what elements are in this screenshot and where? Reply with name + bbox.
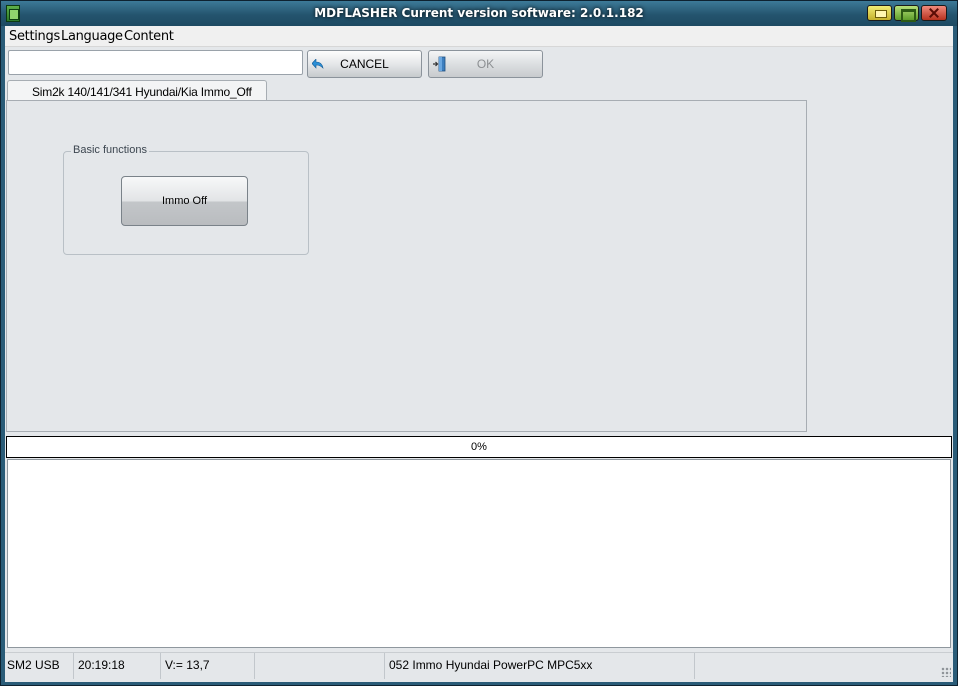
menu-language[interactable]: Language [61, 29, 123, 44]
tab-panel: Basic functions Immo Off [6, 100, 807, 432]
log-output[interactable] [7, 459, 951, 648]
client-area: Settings Language Content CANCEL OK Sim2… [5, 26, 953, 682]
resize-grip-icon[interactable] [941, 667, 951, 677]
immo-off-button[interactable]: Immo Off [121, 176, 248, 226]
status-time: 20:19:18 [74, 653, 161, 679]
status-module: 052 Immo Hyundai PowerPC MPC5xx [385, 653, 695, 679]
cancel-button[interactable]: CANCEL [307, 50, 422, 78]
close-button[interactable] [921, 5, 947, 21]
group-title: Basic functions [71, 144, 149, 156]
title-bar[interactable]: MDFLASHER Current version software: 2.0.… [1, 1, 957, 26]
maximize-button[interactable] [894, 5, 919, 22]
basic-functions-group: Basic functions Immo Off [63, 144, 309, 255]
status-extra [695, 653, 953, 679]
ok-label: OK [476, 57, 495, 71]
back-arrow-icon [312, 59, 324, 69]
cancel-label: CANCEL [340, 57, 389, 71]
status-interface: SM2 USB [5, 653, 74, 679]
window-title: MDFLASHER Current version software: 2.0.… [314, 6, 644, 20]
menu-bar: Settings Language Content [5, 26, 953, 47]
application-window: MDFLASHER Current version software: 2.0.… [0, 0, 958, 686]
progress-bar: 0% [6, 436, 952, 458]
exit-door-icon [433, 56, 446, 72]
tab-sim2k-immo-off[interactable]: Sim2k 140/141/341 Hyundai/Kia Immo_Off [7, 80, 267, 102]
menu-content[interactable]: Content [124, 29, 174, 44]
toolbar: CANCEL OK [5, 47, 953, 79]
menu-settings[interactable]: Settings [9, 29, 60, 44]
command-input[interactable] [8, 50, 303, 75]
minimize-button[interactable] [867, 5, 892, 21]
status-bar: SM2 USB 20:19:18 V:= 13,7 052 Immo Hyund… [5, 652, 953, 679]
status-voltage: V:= 13,7 [161, 653, 255, 679]
tab-strip: Sim2k 140/141/341 Hyundai/Kia Immo_Off [5, 79, 953, 102]
progress-label: 0% [471, 441, 487, 453]
status-empty [255, 653, 385, 679]
ok-button[interactable]: OK [428, 50, 543, 78]
